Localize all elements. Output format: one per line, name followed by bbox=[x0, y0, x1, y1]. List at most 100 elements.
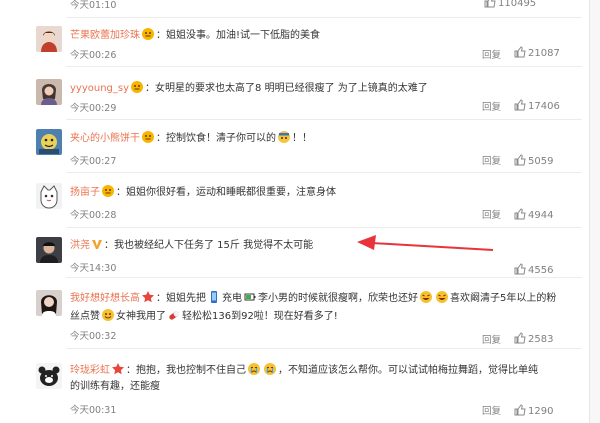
comment-text: 我也被经纪人下任务了 15斤 我觉得不太可能 bbox=[114, 240, 314, 251]
comment-text-2: 的训练有趣，还能瘦 bbox=[70, 381, 160, 392]
vip-badge-icon bbox=[141, 27, 155, 41]
thumbs-up-icon bbox=[514, 404, 526, 416]
comment-text-line: 玲珑彩虹 ：抱抱，我也控制不住自己 ，不知道应该怎么帮你。可以试试帕梅拉舞蹈，觉得比… bbox=[70, 362, 575, 378]
comment-item: 玲珑彩虹 ：抱抱，我也控制不住自己 ，不知道应该怎么帮你。可以试试帕梅拉舞蹈，觉得比… bbox=[30, 349, 585, 423]
comment-text-line: 芒果欧蕾加珍珠 ：姐姐没事。加油!试一下低脂的美食 bbox=[70, 27, 575, 43]
comment-text-2c: 轻松松136到92啦！现在好看多了! bbox=[182, 311, 338, 322]
thumbs-up-icon bbox=[514, 263, 526, 275]
comment-item: 夹心的小熊饼干 ：控制饮食！清子你可以的！！ 今天00:27 回复 5059 bbox=[30, 120, 585, 172]
like-button[interactable]: 2583 bbox=[514, 332, 553, 345]
comment-time: 今天00:27 bbox=[70, 156, 117, 167]
comment-time: 今天00:29 bbox=[70, 103, 117, 114]
verified-v-icon bbox=[91, 238, 103, 250]
crying-emoji-icon bbox=[263, 362, 277, 376]
comment-panel: 今天01:10 110495 芒果欧蕾加珍珠 ：姐姐没事。加油!试一下低脂的美食 … bbox=[0, 0, 600, 423]
pill-emoji-icon bbox=[167, 308, 181, 322]
star-badge-icon bbox=[111, 362, 125, 376]
cat-icon[interactable] bbox=[36, 183, 62, 209]
like-count: 4944 bbox=[528, 210, 554, 221]
comment-text: 姐姐你很好看，运动和睡眠都很重要，注意身体 bbox=[126, 187, 336, 198]
comment-item: 芒果欧蕾加珍珠 ：姐姐没事。加油!试一下低脂的美食 今天00:26 回复 2108… bbox=[30, 18, 585, 66]
comment-text: 女明星的要求也太高了8 明明已经很瘦了 为了上镜真的太难了 bbox=[155, 83, 428, 94]
comment-text: 姐姐没事。加油!试一下低脂的美食 bbox=[166, 30, 321, 41]
vip-badge-icon bbox=[141, 130, 155, 144]
reply-button[interactable]: 回复 bbox=[482, 403, 501, 417]
username-link[interactable]: 玲珑彩虹 bbox=[70, 365, 110, 376]
comment-text-line: yyyoung_sy ：女明星的要求也太高了8 明明已经很瘦了 为了上镜真的太难了 bbox=[70, 80, 575, 96]
comment-text-line: 丝点赞 女神我用了 轻松松136到92啦！现在好看多了! bbox=[70, 308, 575, 324]
comment-item: yyyoung_sy ：女明星的要求也太高了8 明明已经很瘦了 为了上镜真的太难了… bbox=[30, 67, 585, 119]
like-button[interactable]: 5059 bbox=[514, 154, 553, 167]
vip-badge-icon bbox=[101, 184, 115, 198]
comment-text-2b: 女神我用了 bbox=[116, 311, 166, 322]
comment-text-2: 丝点赞 bbox=[70, 311, 100, 322]
comment-text-b: 充电 bbox=[222, 293, 242, 304]
like-count: 21087 bbox=[528, 48, 560, 59]
comment-text-c: 李小男的时候就很瘦啊，欣荣也还好 bbox=[258, 293, 418, 304]
comment-text-line: 我好想好想长高 ：姐姐先把 充电 李小男的时候就很瘦啊，欣荣也还好 喜欢阚清子5年以上的… bbox=[70, 290, 575, 306]
comment-time: 今天00:32 bbox=[70, 331, 117, 342]
username-link[interactable]: 我好想好想长高 bbox=[70, 293, 140, 304]
like-count: 5059 bbox=[528, 156, 554, 167]
scroll-edge bbox=[590, 0, 600, 423]
comment-time: 今天01:10 bbox=[70, 0, 117, 11]
like-button[interactable]: 4944 bbox=[514, 208, 553, 221]
thumbs-up-icon bbox=[514, 99, 526, 111]
like-button[interactable]: 1290 bbox=[514, 404, 553, 417]
like-button[interactable]: 4556 bbox=[514, 263, 553, 276]
reply-button[interactable]: 回复 bbox=[482, 207, 501, 221]
comment-text-line: 扬亩子 ：姐姐你很好看，运动和睡眠都很重要，注意身体 bbox=[70, 184, 575, 200]
username-link[interactable]: 夹心的小熊饼干 bbox=[70, 133, 140, 144]
woman-icon[interactable] bbox=[36, 26, 62, 52]
thumbs-up-icon bbox=[514, 332, 526, 344]
comment-time: 今天14:30 bbox=[70, 263, 117, 274]
username-link[interactable]: yyyoung_sy bbox=[70, 83, 129, 94]
crying-emoji-icon bbox=[247, 362, 261, 376]
man-icon[interactable] bbox=[36, 237, 62, 263]
reply-button[interactable]: 回复 bbox=[482, 332, 501, 346]
star-badge-icon bbox=[141, 290, 155, 304]
comment-item: 扬亩子 ：姐姐你很好看，运动和睡眠都很重要，注意身体 今天00:28 回复 494… bbox=[30, 173, 585, 227]
like-button[interactable]: 17406 bbox=[514, 99, 560, 112]
comment-text-b: ，不知道应该怎么帮你。可以试试帕梅拉舞蹈，觉得比单纯 bbox=[278, 365, 538, 376]
happy-emoji-icon bbox=[101, 308, 115, 322]
cartoon-icon[interactable] bbox=[36, 129, 62, 155]
laugh-emoji-icon bbox=[435, 290, 449, 304]
bear-icon[interactable] bbox=[36, 363, 62, 389]
comment-time: 今天00:28 bbox=[70, 210, 117, 221]
panel-border bbox=[589, 0, 590, 423]
like-button[interactable]: 110495 bbox=[484, 0, 536, 9]
comment-text-line: 夹心的小熊饼干 ：控制饮食！清子你可以的！！ bbox=[70, 130, 575, 146]
comment-item: 洪尧 ：我也被经纪人下任务了 15斤 我觉得不太可能 今天14:30 4556 bbox=[30, 228, 585, 277]
like-count: 110495 bbox=[498, 0, 537, 9]
like-count: 2583 bbox=[528, 334, 554, 345]
comment-text: 姐姐先把 bbox=[166, 293, 206, 304]
username-link[interactable]: 扬亩子 bbox=[70, 187, 100, 198]
comment-text: 控制饮食！清子你可以的 bbox=[166, 133, 276, 144]
comment-time: 今天00:26 bbox=[70, 50, 117, 61]
reply-button[interactable]: 回复 bbox=[482, 47, 501, 61]
comment-text: 抱抱，我也控制不住自己 bbox=[136, 365, 246, 376]
battery-emoji-icon bbox=[243, 290, 257, 304]
laugh-emoji-icon bbox=[419, 290, 433, 304]
username-link[interactable]: 芒果欧蕾加珍珠 bbox=[70, 30, 140, 41]
like-count: 1290 bbox=[528, 406, 554, 417]
selfie-icon[interactable] bbox=[36, 290, 62, 316]
thumbs-up-icon bbox=[514, 154, 526, 166]
reply-button[interactable]: 回复 bbox=[482, 99, 501, 113]
comment-time: 今天00:31 bbox=[70, 405, 117, 416]
girl-icon[interactable] bbox=[36, 79, 62, 105]
like-button[interactable]: 21087 bbox=[514, 46, 560, 59]
username-link[interactable]: 洪尧 bbox=[70, 240, 90, 251]
like-count: 17406 bbox=[528, 101, 560, 112]
comment-text-line: 的训练有趣，还能瘦 bbox=[70, 380, 575, 394]
thumbs-up-icon bbox=[514, 208, 526, 220]
comment-item: 我好想好想长高 ：姐姐先把 充电 李小男的时候就很瘦啊，欣荣也还好 喜欢阚清子5年以上的… bbox=[30, 278, 585, 348]
comment-text-line: 洪尧 ：我也被经纪人下任务了 15斤 我觉得不太可能 bbox=[70, 238, 314, 251]
reply-button[interactable]: 回复 bbox=[482, 153, 501, 167]
phone-emoji-icon bbox=[207, 290, 221, 304]
thumbs-up-icon bbox=[484, 0, 496, 8]
vip-badge-icon bbox=[130, 80, 144, 94]
comment-text-d: 喜欢阚清子5年以上的粉 bbox=[450, 293, 557, 304]
fighting-emoji-icon bbox=[277, 130, 291, 144]
